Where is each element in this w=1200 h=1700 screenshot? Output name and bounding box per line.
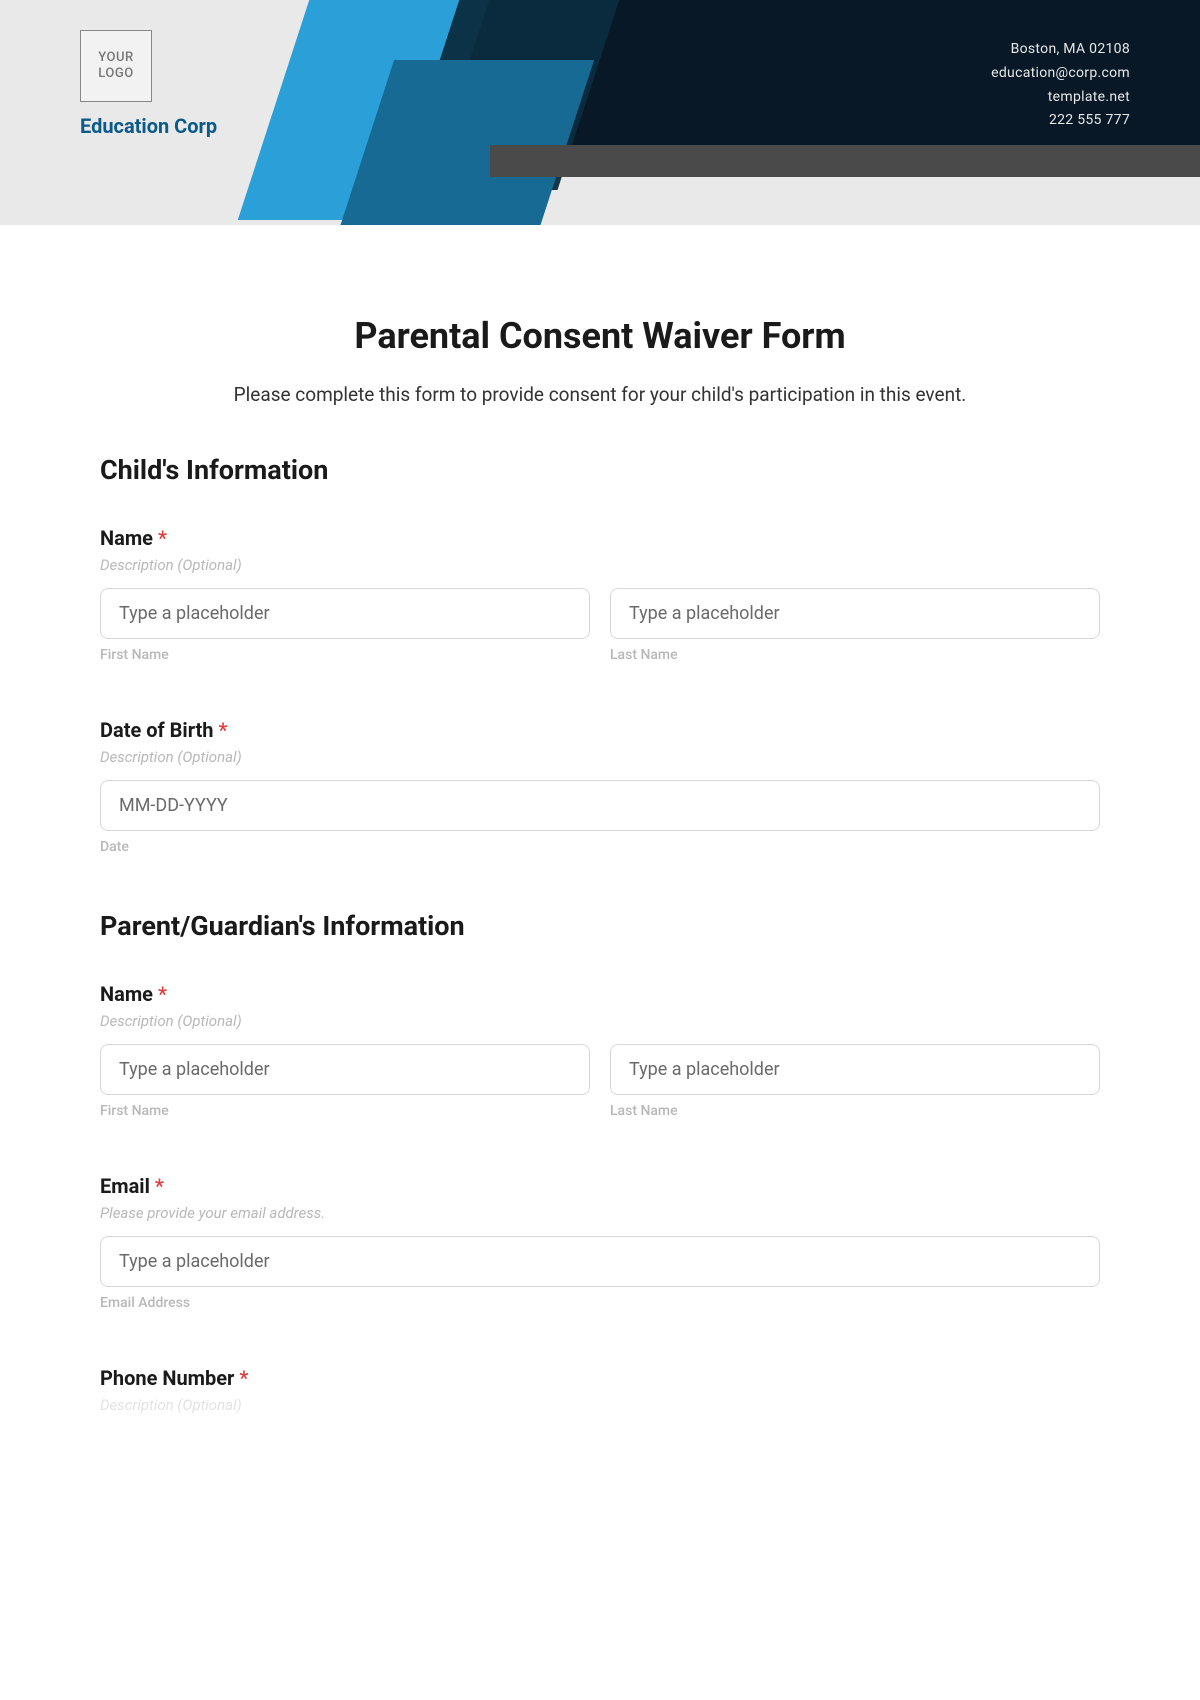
child-dob-field: Date of Birth * Description (Optional) D… bbox=[100, 718, 1100, 855]
label-text: Email bbox=[100, 1174, 150, 1198]
parent-phone-label: Phone Number * bbox=[100, 1366, 1100, 1390]
child-name-label: Name * bbox=[100, 526, 1100, 550]
parent-email-sublabel: Email Address bbox=[100, 1295, 1100, 1311]
child-section-title: Child's Information bbox=[100, 454, 1100, 486]
label-text: Name bbox=[100, 982, 153, 1006]
child-dob-input[interactable] bbox=[100, 780, 1100, 831]
contact-address: Boston, MA 02108 bbox=[991, 38, 1130, 62]
form-title: Parental Consent Waiver Form bbox=[100, 315, 1100, 357]
contact-phone: 222 555 777 bbox=[991, 109, 1130, 133]
required-mark: * bbox=[218, 718, 227, 742]
banner-strip bbox=[490, 145, 1200, 177]
required-mark: * bbox=[155, 1174, 164, 1198]
parent-phone-field: Phone Number * Description (Optional) bbox=[100, 1366, 1100, 1414]
child-dob-label: Date of Birth * bbox=[100, 718, 1100, 742]
parent-last-name-input[interactable] bbox=[610, 1044, 1100, 1095]
contact-info: Boston, MA 02108 education@corp.com temp… bbox=[991, 38, 1130, 133]
child-first-name-input[interactable] bbox=[100, 588, 590, 639]
required-mark: * bbox=[158, 526, 167, 550]
parent-name-label: Name * bbox=[100, 982, 1100, 1006]
form-page: Parental Consent Waiver Form Please comp… bbox=[0, 225, 1200, 1468]
parent-section-title: Parent/Guardian's Information bbox=[100, 910, 1100, 942]
logo-block: YOUR LOGO Education Corp bbox=[80, 30, 217, 138]
parent-email-field: Email * Please provide your email addres… bbox=[100, 1174, 1100, 1311]
contact-email: education@corp.com bbox=[991, 62, 1130, 86]
parent-name-field: Name * Description (Optional) First Name… bbox=[100, 982, 1100, 1119]
child-dob-sublabel: Date bbox=[100, 839, 1100, 855]
logo-text: YOUR LOGO bbox=[81, 50, 151, 81]
parent-email-input[interactable] bbox=[100, 1236, 1100, 1287]
form-intro: Please complete this form to provide con… bbox=[100, 383, 1100, 406]
label-text: Date of Birth bbox=[100, 718, 214, 742]
parent-name-desc: Description (Optional) bbox=[100, 1012, 1100, 1030]
parent-phone-desc: Description (Optional) bbox=[100, 1396, 1100, 1414]
child-dob-desc: Description (Optional) bbox=[100, 748, 1100, 766]
parent-email-label: Email * bbox=[100, 1174, 1100, 1198]
child-last-name-sublabel: Last Name bbox=[610, 647, 1100, 663]
child-name-field: Name * Description (Optional) First Name… bbox=[100, 526, 1100, 663]
header-banner: YOUR LOGO Education Corp Boston, MA 0210… bbox=[0, 0, 1200, 225]
parent-first-name-input[interactable] bbox=[100, 1044, 590, 1095]
parent-email-desc: Please provide your email address. bbox=[100, 1204, 1100, 1222]
label-text: Name bbox=[100, 526, 153, 550]
label-text: Phone Number bbox=[100, 1366, 234, 1390]
child-name-desc: Description (Optional) bbox=[100, 556, 1100, 574]
parent-last-name-sublabel: Last Name bbox=[610, 1103, 1100, 1119]
parent-first-name-sublabel: First Name bbox=[100, 1103, 590, 1119]
org-name: Education Corp bbox=[80, 114, 217, 138]
logo-placeholder: YOUR LOGO bbox=[80, 30, 152, 102]
child-first-name-sublabel: First Name bbox=[100, 647, 590, 663]
contact-site: template.net bbox=[991, 86, 1130, 110]
required-mark: * bbox=[239, 1366, 248, 1390]
child-last-name-input[interactable] bbox=[610, 588, 1100, 639]
required-mark: * bbox=[158, 982, 167, 1006]
